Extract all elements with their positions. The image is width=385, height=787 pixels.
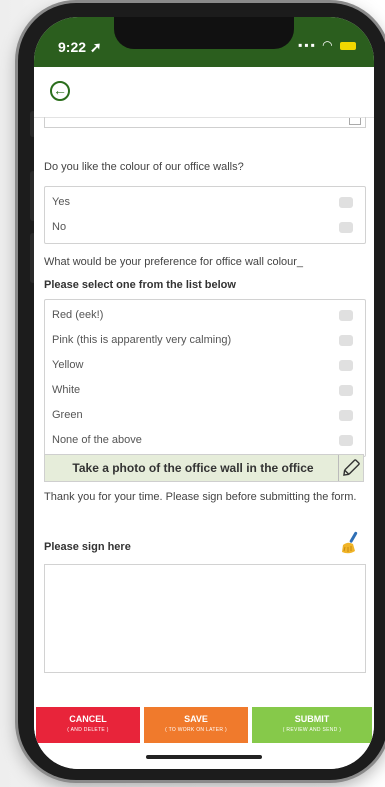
submit-button[interactable]: SUBMIT ( REVIEW AND SEND ) [252, 707, 372, 743]
phone-screen: 9:22 ➚ ▪▪▪ ◠ ← Do you like the colour of… [34, 17, 374, 769]
option-yellow[interactable]: Yellow [45, 353, 365, 378]
option-no[interactable]: No [45, 215, 365, 240]
option-label: None of the above [52, 434, 142, 446]
status-time: 9:22 ➚ [58, 39, 102, 55]
option-green[interactable]: Green [45, 403, 365, 428]
option-red[interactable]: Red (eek!) [45, 303, 365, 328]
options-wall-colour-like: Yes No [44, 186, 366, 244]
take-photo-button[interactable]: Take a photo of the office wall in the o… [44, 454, 364, 482]
option-label: Pink (this is apparently very calming) [52, 334, 232, 346]
checkbox[interactable] [339, 335, 353, 346]
checkbox[interactable] [339, 410, 353, 421]
wifi-icon: ◠ [322, 38, 335, 52]
battery-icon [340, 41, 356, 50]
save-sublabel: ( TO WORK ON LATER ) [165, 727, 227, 733]
clear-signature-brush-icon[interactable] [340, 531, 360, 555]
option-yes[interactable]: Yes [45, 190, 365, 215]
signal-icon: ▪▪▪ [298, 38, 317, 52]
checkbox[interactable] [339, 435, 353, 446]
resize-handle-icon [349, 118, 361, 125]
option-label: No [52, 221, 67, 233]
option-label: White [52, 384, 81, 396]
save-button[interactable]: SAVE ( TO WORK ON LATER ) [144, 707, 248, 743]
option-label: Yellow [52, 359, 84, 371]
option-label: Red (eek!) [52, 309, 104, 321]
pencil-icon[interactable] [338, 455, 363, 481]
cancel-button[interactable]: CANCEL ( AND DELETE ) [36, 707, 140, 743]
checkbox[interactable] [339, 385, 353, 396]
footer-actions: CANCEL ( AND DELETE ) SAVE ( TO WORK ON … [34, 703, 374, 769]
options-wall-colour-preference: Red (eek!) Pink (this is apparently very… [44, 299, 366, 457]
option-white[interactable]: White [45, 378, 365, 403]
question-wall-colour-like: Do you like the colour of our office wal… [44, 161, 244, 173]
checkbox[interactable] [339, 360, 353, 371]
question-hint: Please select one from the list below [44, 279, 236, 291]
submit-sublabel: ( REVIEW AND SEND ) [282, 727, 342, 733]
save-label: SAVE [184, 714, 208, 724]
form-content: Do you like the colour of our office wal… [34, 117, 374, 707]
option-label: Green [52, 409, 83, 421]
sign-label: Please sign here [44, 541, 131, 553]
question-wall-colour-preference: What would be your preference for office… [44, 256, 304, 268]
status-bar: 9:22 ➚ ▪▪▪ ◠ [34, 17, 374, 67]
cancel-sublabel: ( AND DELETE ) [67, 727, 109, 733]
option-label: Yes [52, 196, 70, 208]
option-none[interactable]: None of the above [45, 428, 365, 453]
take-photo-label: Take a photo of the office wall in the o… [72, 461, 314, 475]
thanks-text: Thank you for your time. Please sign bef… [44, 491, 357, 503]
cancel-label: CANCEL [69, 714, 107, 724]
checkbox[interactable] [339, 197, 353, 208]
notch [114, 17, 294, 49]
option-pink[interactable]: Pink (this is apparently very calming) [45, 328, 365, 353]
home-indicator[interactable] [146, 755, 262, 759]
signature-pad[interactable] [44, 564, 366, 673]
back-arrow-icon[interactable]: ← [50, 81, 70, 101]
status-icons: ▪▪▪ ◠ [298, 38, 356, 52]
submit-label: SUBMIT [294, 714, 330, 724]
checkbox[interactable] [339, 310, 353, 321]
previous-text-field[interactable] [44, 117, 366, 128]
checkbox[interactable] [339, 222, 353, 233]
app-bar: ← [34, 67, 374, 118]
